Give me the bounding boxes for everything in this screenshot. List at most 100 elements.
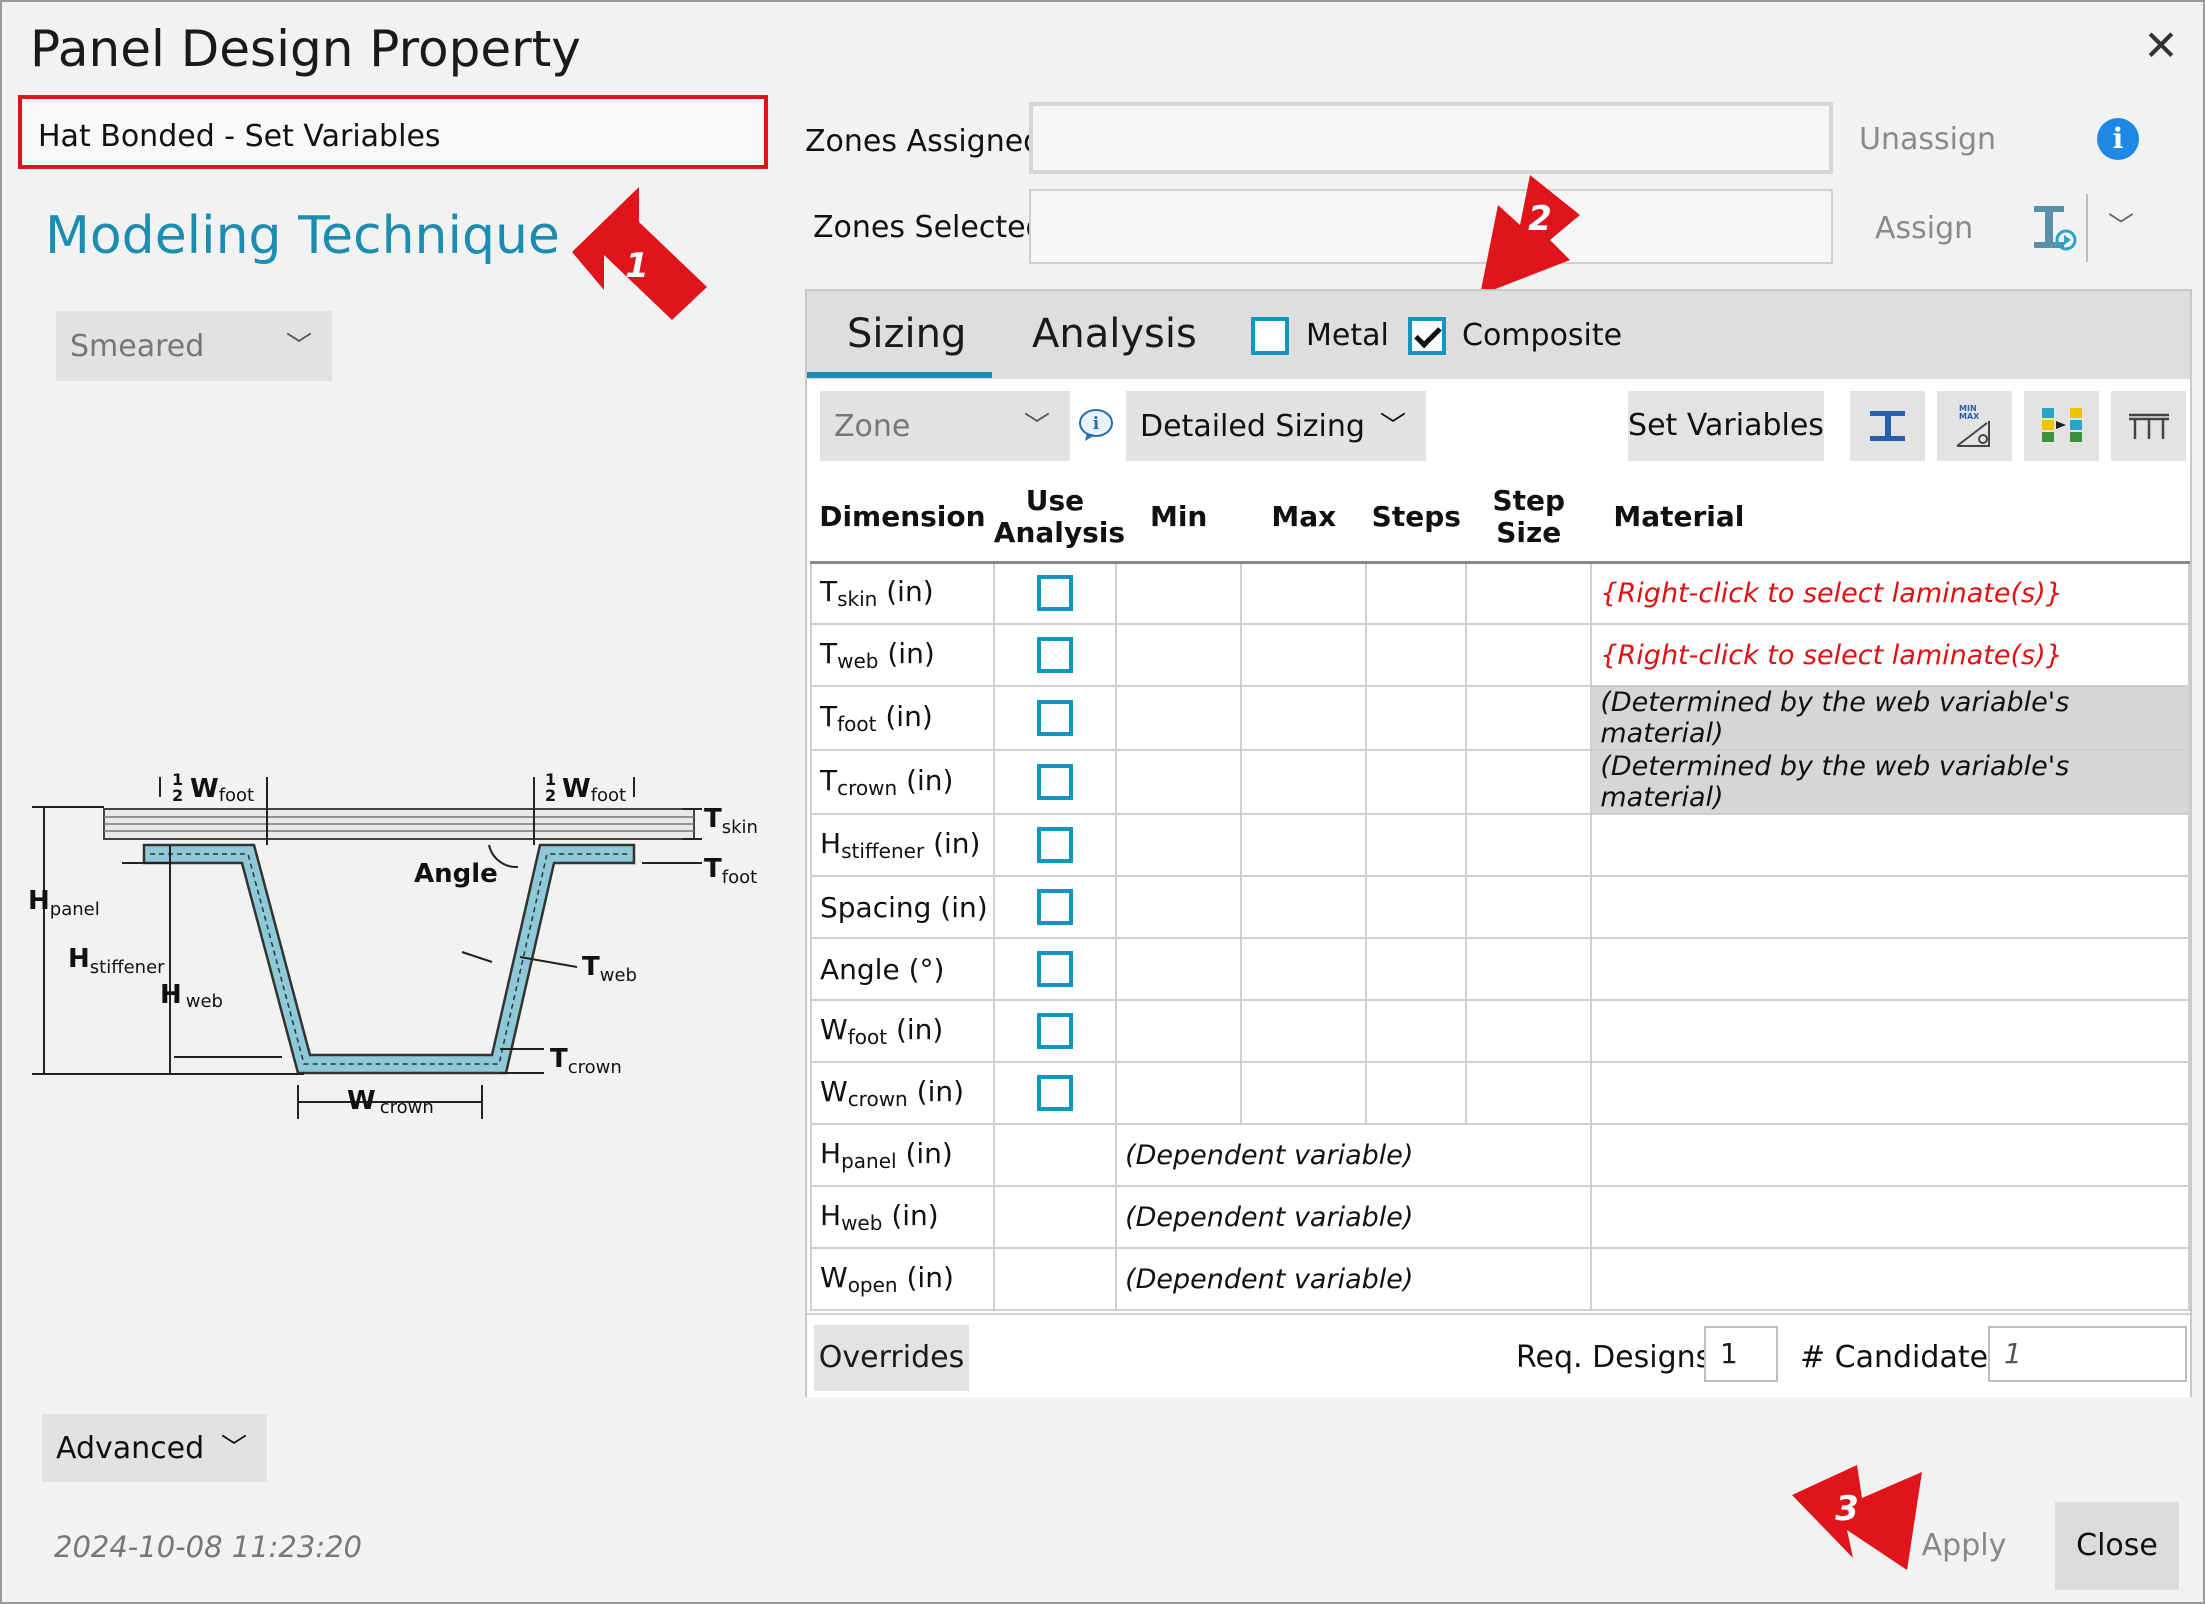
max-cell[interactable] — [1240, 999, 1368, 1063]
max-cell[interactable] — [1240, 623, 1368, 687]
min-cell[interactable] — [1115, 813, 1243, 877]
advanced-dropdown[interactable]: Advanced ﹀ — [42, 1414, 267, 1482]
dimension-cell: Wopen (in) — [810, 1247, 995, 1311]
req-designs-input[interactable]: 1 — [1704, 1326, 1778, 1382]
min-cell[interactable] — [1115, 1061, 1243, 1125]
use-analysis-checkbox[interactable] — [1036, 1075, 1073, 1111]
step-size-cell[interactable] — [1465, 685, 1593, 751]
use-analysis-checkbox[interactable] — [1036, 700, 1073, 736]
steps-cell[interactable] — [1365, 685, 1468, 751]
min-cell[interactable] — [1115, 685, 1243, 751]
use-analysis-checkbox[interactable] — [1036, 575, 1073, 612]
steps-cell[interactable] — [1365, 1061, 1468, 1125]
steps-cell[interactable] — [1365, 875, 1468, 939]
assign-options-icon[interactable] — [2030, 200, 2080, 252]
min-cell[interactable] — [1115, 937, 1243, 1001]
use-analysis-checkbox[interactable] — [1036, 637, 1073, 673]
use-analysis-checkbox[interactable] — [1036, 951, 1073, 987]
tab-sizing[interactable]: Sizing — [847, 311, 966, 357]
hat-section-icon[interactable] — [2111, 391, 2186, 461]
min-max-icon[interactable]: MIN MAX — [1937, 391, 2012, 461]
min-cell[interactable] — [1115, 875, 1243, 939]
close-button[interactable]: Close — [2055, 1502, 2179, 1590]
material-cell[interactable] — [1590, 813, 2190, 877]
steps-cell[interactable] — [1365, 749, 1468, 815]
h-stiffener-label: H — [68, 944, 90, 974]
zones-selected-field[interactable] — [1029, 189, 1833, 264]
steps-cell[interactable] — [1365, 561, 1468, 625]
min-cell[interactable] — [1115, 749, 1243, 815]
material-cell[interactable]: {Right-click to select laminate(s)} — [1590, 561, 2190, 625]
technique-dropdown[interactable]: Smeared ﹀ — [56, 311, 332, 381]
use-analysis-cell — [992, 1061, 1118, 1125]
candidates-input[interactable]: 1 — [1988, 1326, 2187, 1382]
h-panel-sub: panel — [50, 899, 100, 920]
material-cell[interactable]: (Determined by the web variable's materi… — [1590, 749, 2190, 815]
zone-map-icon[interactable] — [2024, 391, 2099, 461]
chevron-down-icon[interactable]: ﹀ — [2108, 206, 2134, 243]
i-beam-icon[interactable] — [1850, 391, 1925, 461]
steps-cell[interactable] — [1365, 999, 1468, 1063]
material-cell[interactable]: (Determined by the web variable's materi… — [1590, 685, 2190, 751]
zone-dropdown[interactable]: Zone ﹀ — [820, 391, 1070, 461]
use-analysis-cell — [992, 813, 1118, 877]
steps-cell[interactable] — [1365, 813, 1468, 877]
use-analysis-checkbox[interactable] — [1036, 827, 1073, 863]
set-variables-button[interactable]: Set Variables — [1628, 391, 1824, 461]
step-size-cell[interactable] — [1465, 1061, 1593, 1125]
use-analysis-checkbox[interactable] — [1036, 764, 1073, 800]
step-size-cell[interactable] — [1465, 749, 1593, 815]
close-icon[interactable]: ✕ — [2139, 24, 2183, 68]
max-cell[interactable] — [1240, 1061, 1368, 1125]
composite-checkbox[interactable] — [1408, 317, 1446, 355]
svg-text:Wfoot: Wfoot — [562, 774, 626, 806]
material-cell[interactable]: {Right-click to select laminate(s)} — [1590, 623, 2190, 687]
sizing-mode-dropdown[interactable]: Detailed Sizing ﹀ — [1126, 391, 1426, 461]
metal-checkbox[interactable] — [1251, 317, 1289, 355]
dimension-cell: Hpanel (in) — [810, 1123, 995, 1187]
info-icon[interactable]: i — [2097, 118, 2139, 160]
step-size-cell[interactable] — [1465, 813, 1593, 877]
zone-info-icon[interactable]: i — [1077, 407, 1115, 443]
zone-dropdown-value: Zone — [834, 408, 911, 444]
material-cell[interactable] — [1590, 1061, 2190, 1125]
min-cell[interactable] — [1115, 999, 1243, 1063]
step-size-cell[interactable] — [1465, 875, 1593, 939]
max-cell[interactable] — [1240, 875, 1368, 939]
max-cell[interactable] — [1240, 685, 1368, 751]
step-size-cell[interactable] — [1465, 999, 1593, 1063]
step-size-cell[interactable] — [1465, 937, 1593, 1001]
skin-plate — [103, 808, 695, 840]
use-analysis-checkbox[interactable] — [1036, 889, 1073, 925]
use-analysis-checkbox[interactable] — [1036, 1013, 1073, 1049]
zones-assigned-field[interactable] — [1029, 102, 1833, 174]
col-material: Material — [1591, 474, 2189, 564]
min-cell[interactable] — [1115, 623, 1243, 687]
steps-cell[interactable] — [1365, 623, 1468, 687]
tab-analysis[interactable]: Analysis — [1032, 311, 1197, 357]
max-cell[interactable] — [1240, 813, 1368, 877]
max-cell[interactable] — [1240, 937, 1368, 1001]
material-cell — [1590, 1185, 2190, 1249]
dialog-title: Panel Design Property — [30, 20, 581, 78]
use-analysis-cell — [992, 561, 1118, 625]
min-cell[interactable] — [1115, 561, 1243, 625]
material-cell[interactable] — [1590, 999, 2190, 1063]
property-name-field[interactable]: Hat Bonded - Set Variables — [18, 95, 768, 169]
steps-cell[interactable] — [1365, 937, 1468, 1001]
col-steps: Steps — [1366, 474, 1467, 564]
unassign-button[interactable]: Unassign — [1859, 122, 1996, 157]
max-cell[interactable] — [1240, 561, 1368, 625]
step-size-cell[interactable] — [1465, 623, 1593, 687]
step-size-cell[interactable] — [1465, 561, 1593, 625]
dimension-cell: Tcrown (in) — [810, 749, 995, 815]
assign-button[interactable]: Assign — [1875, 211, 1973, 246]
apply-button[interactable]: Apply — [1904, 1502, 2024, 1590]
dimension-cell: Spacing (in) — [810, 875, 995, 939]
material-cell[interactable] — [1590, 875, 2190, 939]
material-cell[interactable] — [1590, 937, 2190, 1001]
timestamp: 2024-10-08 11:23:20 — [54, 1530, 362, 1564]
overrides-button[interactable]: Overrides — [814, 1325, 969, 1391]
chevron-down-icon: ﹀ — [285, 331, 312, 362]
max-cell[interactable] — [1240, 749, 1368, 815]
